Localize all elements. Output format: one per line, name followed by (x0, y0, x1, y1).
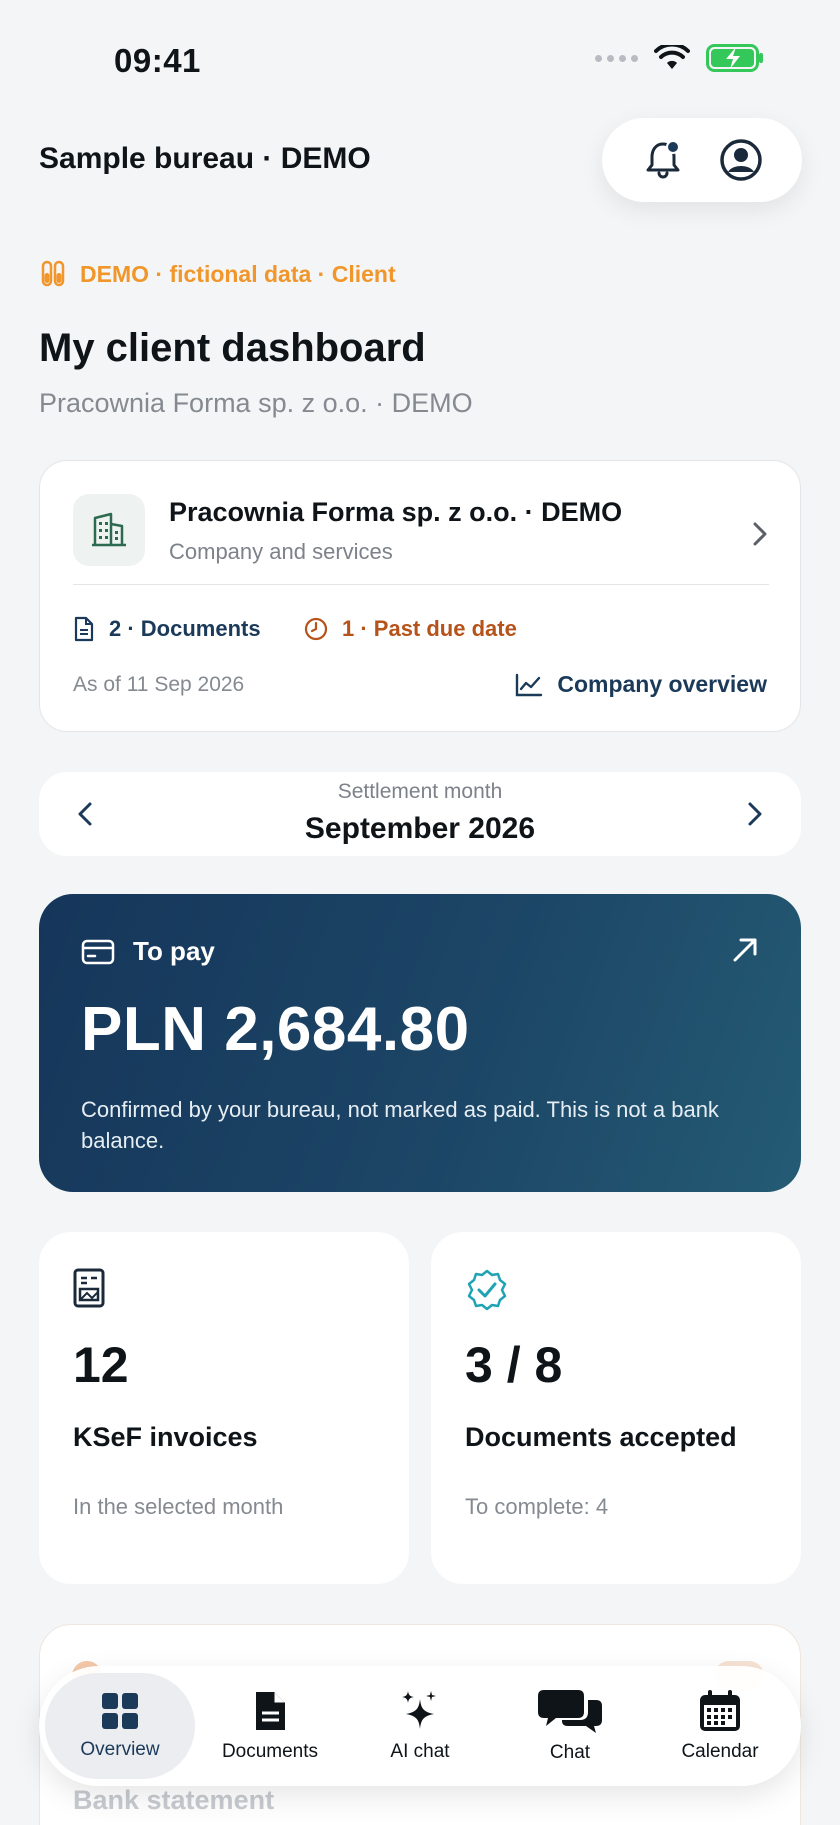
company-description: Company and services (169, 539, 393, 564)
calendar-icon (700, 1690, 740, 1731)
tab-ai-chat[interactable]: AI chat (345, 1673, 495, 1779)
documents-count: 2 · Documents (109, 616, 261, 641)
month-label: Settlement month (337, 780, 503, 803)
sparkles-icon (402, 1691, 436, 1729)
tab-label: Calendar (681, 1741, 759, 1762)
clock-icon (304, 617, 328, 641)
credit-card-icon (81, 939, 115, 964)
chart-line-icon (516, 673, 543, 696)
user-circle-icon (720, 139, 762, 181)
bell-icon (646, 140, 680, 179)
profile-button[interactable] (719, 138, 763, 182)
signal-icon (595, 54, 638, 62)
to-pay-label: To pay (133, 936, 215, 966)
to-pay-header: To pay (81, 936, 215, 967)
tab-label: Chat (549, 1742, 591, 1763)
demo-tag-label: DEMO · fictional data · Client (80, 260, 396, 287)
past-due-count: 1 · Past due date (342, 616, 517, 641)
stat-title: Documents accepted (465, 1422, 737, 1452)
page-title: My client dashboard (39, 326, 426, 370)
stat-value: 12 (73, 1337, 129, 1393)
ksef-invoices-card[interactable]: 12 KSeF invoices In the selected month (39, 1232, 409, 1584)
bank-statement-label: Bank statement (73, 1785, 275, 1815)
documents-accepted-card[interactable]: 3 / 8 Documents accepted To complete: 4 (431, 1232, 801, 1584)
grid-icon (102, 1693, 138, 1729)
arrow-up-right-icon (733, 938, 757, 962)
test-tubes-icon (41, 260, 65, 287)
document-icon (74, 616, 94, 642)
next-month-button[interactable] (735, 794, 775, 834)
tab-chat[interactable]: Chat (495, 1673, 645, 1779)
tab-label: AI chat (390, 1741, 450, 1762)
tab-calendar[interactable]: Calendar (645, 1673, 795, 1779)
battery-charging-icon (706, 44, 763, 72)
as-of-date: As of 11 Sep 2026 (73, 673, 245, 696)
to-pay-amount: PLN 2,684.80 (81, 995, 470, 1064)
tab-bar: Overview Documents AI chat Chat Calendar (39, 1666, 801, 1786)
divider (73, 584, 769, 585)
company-overview-link[interactable]: Company overview (515, 671, 767, 698)
past-due-link[interactable]: 1 · Past due date (304, 616, 517, 642)
to-pay-card[interactable]: To pay PLN 2,684.80 Confirmed by your bu… (39, 894, 801, 1192)
chevron-right-icon (748, 802, 762, 826)
status-time: 09:41 (114, 42, 201, 79)
month-selector: Settlement month September 2026 (39, 772, 801, 856)
verified-badge-icon (467, 1269, 507, 1311)
chevron-right-icon (753, 522, 767, 546)
company-name: Pracownia Forma sp. z o.o. · DEMO (169, 497, 623, 527)
bureau-title: Sample bureau · DEMO (39, 142, 371, 175)
company-logo (73, 494, 145, 566)
tab-label: Overview (80, 1739, 160, 1760)
demo-tag: DEMO · fictional data · Client (40, 260, 396, 288)
tab-documents[interactable]: Documents (195, 1673, 345, 1779)
company-card[interactable]: Pracownia Forma sp. z o.o. · DEMO Compan… (39, 460, 801, 732)
to-pay-note: Confirmed by your bureau, not marked as … (81, 1097, 719, 1153)
status-icons (595, 44, 764, 72)
tab-overview[interactable]: Overview (45, 1673, 195, 1779)
stat-subtitle: To complete: 4 (465, 1494, 609, 1519)
wifi-icon (654, 45, 690, 69)
header-actions (602, 118, 802, 202)
documents-count-link[interactable]: 2 · Documents (73, 616, 261, 642)
invoice-icon (73, 1268, 105, 1308)
month-value: September 2026 (304, 812, 536, 845)
notifications-button[interactable] (641, 138, 685, 182)
company-overview-label: Company overview (557, 671, 767, 697)
stat-subtitle: In the selected month (73, 1494, 284, 1519)
page-subtitle: Pracownia Forma sp. z o.o. · DEMO (39, 388, 473, 418)
stat-title: KSeF invoices (73, 1422, 258, 1452)
stat-value: 3 / 8 (465, 1337, 563, 1393)
building-icon (92, 512, 126, 547)
chat-bubbles-icon (538, 1690, 602, 1733)
tab-label: Documents (221, 1741, 319, 1762)
document-icon (256, 1692, 285, 1730)
